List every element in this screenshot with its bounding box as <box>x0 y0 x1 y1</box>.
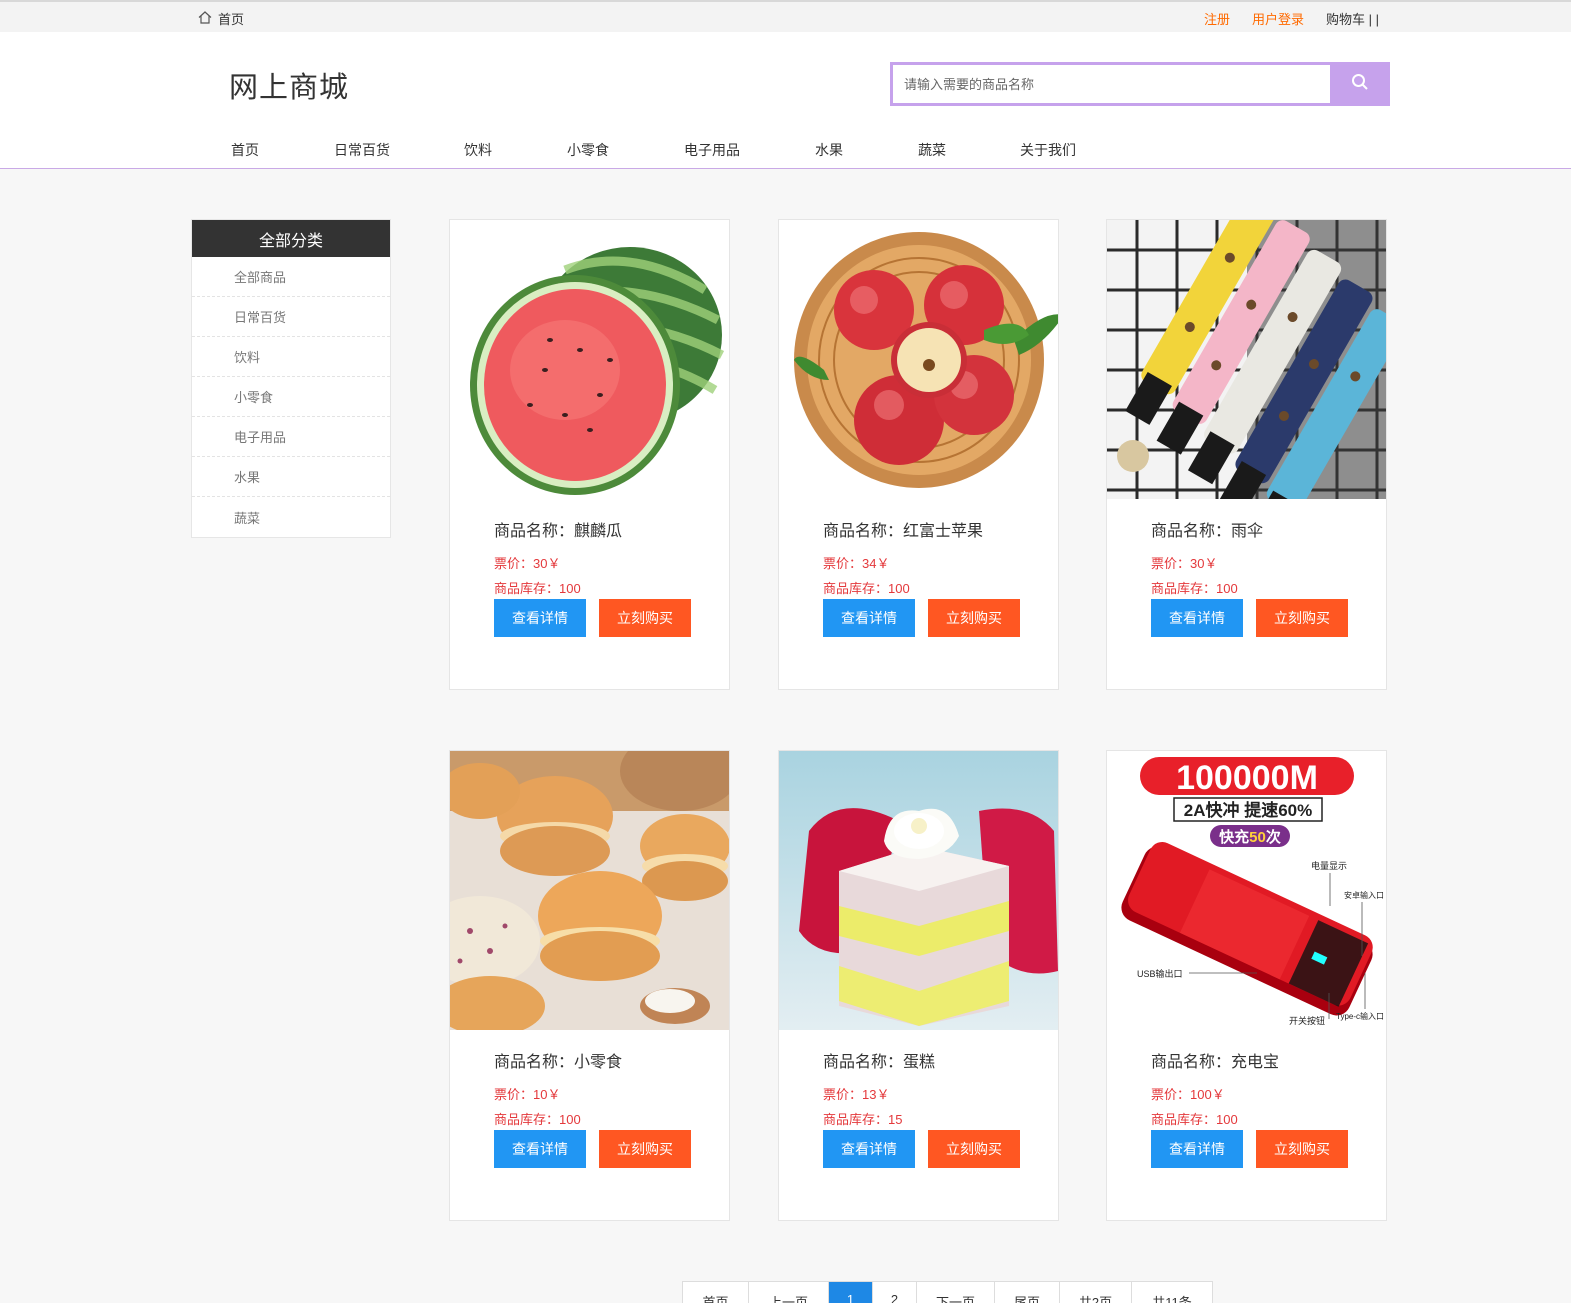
pagination-next[interactable]: 下一页 <box>917 1282 995 1303</box>
product-image-power-bank[interactable]: 100000M 2A快冲 提速60% 快充50次 电量显示 安卓输入口 USB输… <box>1107 751 1386 1030</box>
product-price: 票价：13￥ <box>823 1087 890 1102</box>
product-price: 票价：30￥ <box>1151 556 1218 571</box>
sidebar-item-drinks[interactable]: 饮料 <box>192 337 390 377</box>
product-card: 商品名称：麒麟瓜 票价：30￥ 商品库存：100 查看详情 立刻购买 <box>449 219 730 690</box>
product-name: 商品名称：蛋糕 <box>823 1054 936 1071</box>
buy-now-button[interactable]: 立刻购买 <box>1256 599 1348 637</box>
product-price: 票价：34￥ <box>823 556 890 571</box>
nav-item-electronics[interactable]: 电子用品 <box>684 140 740 160</box>
main-nav: 首页 日常百货 饮料 小零食 电子用品 水果 蔬菜 关于我们 <box>0 140 1571 162</box>
nav-item-drinks[interactable]: 饮料 <box>464 140 492 160</box>
register-link[interactable]: 注册 <box>1204 9 1230 28</box>
product-price: 票价：100￥ <box>1151 1087 1225 1102</box>
header: 网上商城 首页 日常百货 饮料 小零食 电子用品 水果 蔬菜 关于我们 <box>0 32 1571 169</box>
product-name: 商品名称：小零食 <box>494 1054 623 1071</box>
ad-subheadline: 2A快冲 提速60% <box>1184 800 1312 820</box>
search-button[interactable] <box>1330 62 1390 106</box>
product-stock: 商品库存：15 <box>823 1112 903 1127</box>
product-card: 商品名称：雨伞 票价：30￥ 商品库存：100 查看详情 立刻购买 <box>1106 219 1387 690</box>
product-image-umbrellas[interactable] <box>1107 220 1386 499</box>
product-stock: 商品库存：100 <box>494 1112 581 1127</box>
search-bar <box>890 62 1390 106</box>
pagination-prev[interactable]: 上一页 <box>749 1282 829 1303</box>
top-home-link[interactable]: 首页 <box>198 9 244 28</box>
ad-badge: 快充50次 <box>1219 828 1281 846</box>
sidebar-item-vegetables[interactable]: 蔬菜 <box>192 497 390 537</box>
label-android-input: 安卓输入口 <box>1344 890 1384 900</box>
product-name: 商品名称：麒麟瓜 <box>494 523 623 540</box>
product-stock: 商品库存：100 <box>494 581 581 596</box>
sidebar-item-fruit[interactable]: 水果 <box>192 457 390 497</box>
nav-item-about[interactable]: 关于我们 <box>1020 140 1076 160</box>
product-name: 商品名称：红富士苹果 <box>823 523 984 540</box>
sidebar-item-all[interactable]: 全部商品 <box>192 257 390 297</box>
nav-item-vegetables[interactable]: 蔬菜 <box>918 140 946 160</box>
label-power-switch: 开关按钮 <box>1289 1015 1325 1026</box>
product-card: 100000M 2A快冲 提速60% 快充50次 电量显示 安卓输入口 USB输… <box>1106 750 1387 1221</box>
pagination-total-items: 共11条 <box>1152 1295 1192 1303</box>
view-details-button[interactable]: 查看详情 <box>494 1130 586 1168</box>
cart-link[interactable]: 购物车 | | <box>1326 9 1379 28</box>
pagination: 首页 上一页 1 2 下一页 尾页 共2页 共11条 <box>682 1281 1213 1303</box>
search-icon <box>1351 73 1369 96</box>
buy-now-button[interactable]: 立刻购买 <box>599 599 691 637</box>
sidebar-item-snacks[interactable]: 小零食 <box>192 377 390 417</box>
pagination-last[interactable]: 尾页 <box>995 1282 1060 1303</box>
login-link[interactable]: 用户登录 <box>1252 9 1304 28</box>
view-details-button[interactable]: 查看详情 <box>1151 1130 1243 1168</box>
product-price: 票价：10￥ <box>494 1087 561 1102</box>
product-image-snacks[interactable] <box>450 751 729 1030</box>
nav-item-home[interactable]: 首页 <box>231 140 259 160</box>
view-details-button[interactable]: 查看详情 <box>494 599 586 637</box>
pagination-total-pages: 共2页 <box>1060 1282 1132 1303</box>
buy-now-button[interactable]: 立刻购买 <box>1256 1130 1348 1168</box>
nav-item-snacks[interactable]: 小零食 <box>567 140 609 160</box>
nav-item-daily-goods[interactable]: 日常百货 <box>334 140 390 160</box>
pagination-first[interactable]: 首页 <box>683 1282 749 1303</box>
buy-now-button[interactable]: 立刻购买 <box>928 1130 1020 1168</box>
product-stock: 商品库存：100 <box>823 581 910 596</box>
site-logo[interactable]: 网上商城 <box>229 64 349 106</box>
product-card: 商品名称：红富士苹果 票价：34￥ 商品库存：100 查看详情 立刻购买 <box>778 219 1059 690</box>
nav-item-fruit[interactable]: 水果 <box>815 140 843 160</box>
product-stock: 商品库存：100 <box>1151 1112 1238 1127</box>
category-sidebar: 全部分类 全部商品 日常百货 饮料 小零食 电子用品 水果 蔬菜 <box>191 219 391 538</box>
product-price: 票价：30￥ <box>494 556 561 571</box>
search-input[interactable] <box>890 62 1330 106</box>
view-details-button[interactable]: 查看详情 <box>1151 599 1243 637</box>
top-home-label: 首页 <box>218 12 245 27</box>
sidebar-title: 全部分类 <box>192 220 390 257</box>
product-card: 商品名称：小零食 票价：10￥ 商品库存：100 查看详情 立刻购买 <box>449 750 730 1221</box>
product-image-cake[interactable] <box>779 751 1058 1030</box>
product-name: 商品名称：充电宝 <box>1151 1054 1280 1071</box>
product-name: 商品名称：雨伞 <box>1151 523 1264 540</box>
ad-headline: 100000M <box>1176 759 1318 797</box>
buy-now-button[interactable]: 立刻购买 <box>928 599 1020 637</box>
pagination-page-2[interactable]: 2 <box>873 1282 917 1303</box>
pagination-page-1[interactable]: 1 <box>829 1282 873 1303</box>
top-bar: 首页 注册 用户登录 购物车 | | <box>0 0 1571 32</box>
sidebar-item-electronics[interactable]: 电子用品 <box>192 417 390 457</box>
product-image-watermelon[interactable] <box>450 220 729 499</box>
product-stock: 商品库存：100 <box>1151 581 1238 596</box>
product-card: 商品名称：蛋糕 票价：13￥ 商品库存：15 查看详情 立刻购买 <box>778 750 1059 1221</box>
product-image-apples[interactable] <box>779 220 1058 499</box>
home-icon <box>198 10 212 27</box>
view-details-button[interactable]: 查看详情 <box>823 1130 915 1168</box>
buy-now-button[interactable]: 立刻购买 <box>599 1130 691 1168</box>
sidebar-item-daily-goods[interactable]: 日常百货 <box>192 297 390 337</box>
label-usb-output: USB输出口 <box>1137 968 1183 979</box>
label-typec-input: Type-c输入口 <box>1336 1011 1384 1021</box>
label-battery-display: 电量显示 <box>1311 860 1347 871</box>
view-details-button[interactable]: 查看详情 <box>823 599 915 637</box>
